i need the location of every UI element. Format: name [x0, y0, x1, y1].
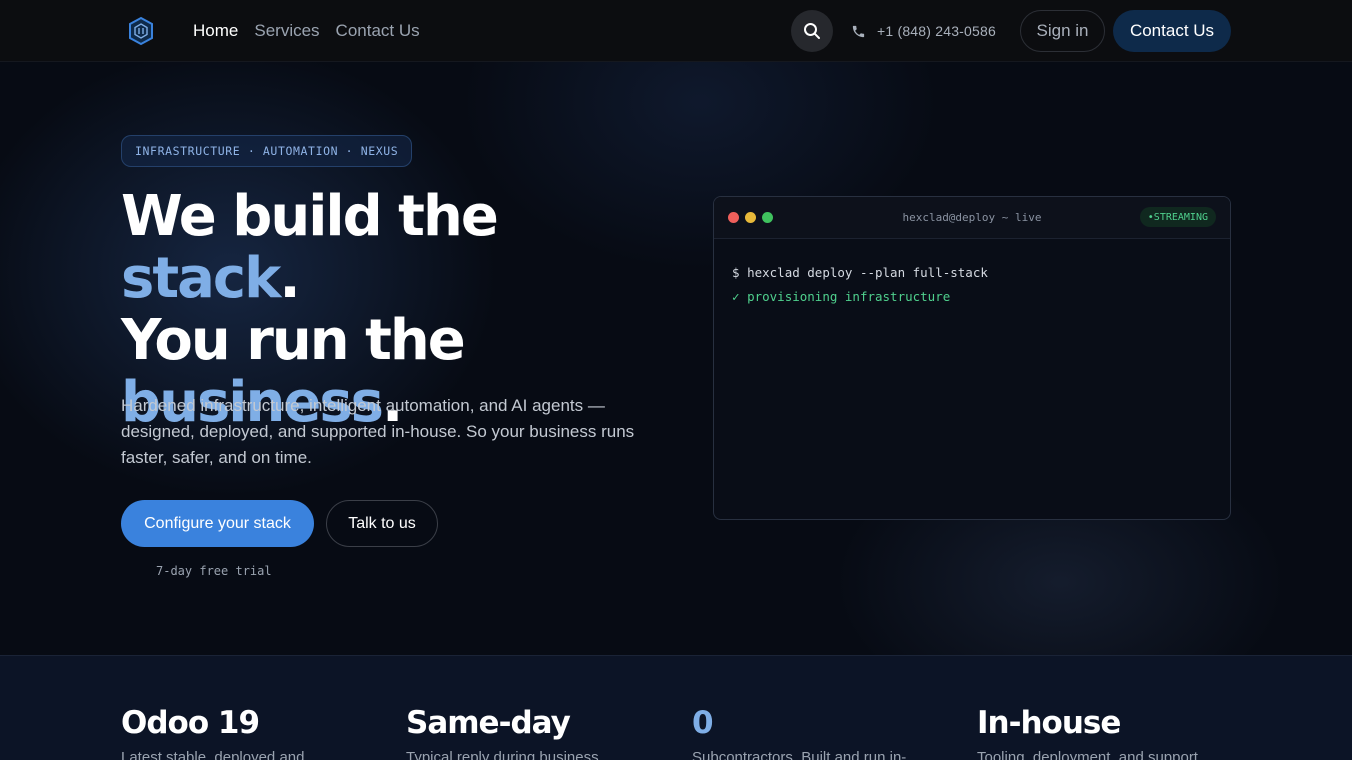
headline-period-1: .	[279, 246, 300, 311]
hero-badge: INFRASTRUCTURE · AUTOMATION · NEXUS	[121, 135, 413, 167]
terminal-command: hexclad deploy --plan full-stack	[747, 265, 988, 280]
sign-in-button[interactable]: Sign in	[1020, 10, 1105, 52]
nav-link-services[interactable]: Services	[254, 21, 319, 41]
terminal-titlebar: hexclad@deploy ~ live •STREAMING	[714, 197, 1230, 239]
headline-part1: We build the	[121, 184, 499, 249]
hexagon-logo-icon[interactable]	[128, 16, 154, 46]
check-icon: ✓	[732, 289, 740, 304]
stat-value: 0	[692, 705, 714, 741]
terminal-line: $ hexclad deploy --plan full-stack	[732, 261, 1212, 285]
nav-link-home[interactable]: Home	[193, 21, 238, 41]
terminal-body: $ hexclad deploy --plan full-stack ✓ pro…	[714, 239, 1230, 331]
phone-link[interactable]: +1 (848) 243-0586	[851, 0, 996, 62]
stat-description: Latest stable, deployed and	[121, 749, 305, 760]
configure-stack-button[interactable]: Configure your stack	[121, 500, 314, 547]
stats-section: Odoo 19 Latest stable, deployed and Same…	[0, 655, 1352, 760]
terminal-line: ✓ provisioning infrastructure	[732, 285, 1212, 309]
top-nav: Home Services Contact Us +1 (848) 243-05…	[0, 0, 1352, 62]
terminal-window: hexclad@deploy ~ live •STREAMING $ hexcl…	[713, 196, 1231, 520]
stat-description: Tooling, deployment, and support	[977, 749, 1198, 760]
contact-us-button[interactable]: Contact Us	[1113, 10, 1231, 52]
stat-item: In-house Tooling, deployment, and suppor…	[977, 704, 1217, 760]
phone-icon	[852, 25, 865, 37]
hero-description: Hardened infrastructure, intelligent aut…	[121, 396, 635, 467]
stat-description: Typical reply during business	[406, 749, 599, 760]
hero-section: INFRASTRUCTURE · AUTOMATION · NEXUS We b…	[0, 62, 1352, 655]
stat-value: Odoo 19	[121, 705, 260, 741]
trial-note: 7-day free trial	[156, 564, 272, 578]
stat-item: Odoo 19 Latest stable, deployed and	[121, 704, 361, 760]
streaming-badge: •STREAMING	[1139, 207, 1216, 227]
stat-description: Subcontractors. Built and run in-	[692, 749, 907, 760]
terminal-output: provisioning infrastructure	[747, 289, 951, 304]
search-button[interactable]	[791, 10, 833, 52]
talk-to-us-button[interactable]: Talk to us	[326, 500, 438, 547]
headline-accent-stack: stack	[121, 246, 281, 311]
nav-links: Home Services Contact Us	[193, 0, 420, 62]
prompt-symbol: $	[732, 265, 740, 280]
stat-value: Same-day	[406, 705, 571, 741]
stat-item: 0 Subcontractors. Built and run in-	[692, 704, 932, 760]
headline-line2: You run the	[121, 308, 466, 373]
stat-item: Same-day Typical reply during business	[406, 704, 646, 760]
nav-link-contact[interactable]: Contact Us	[336, 21, 420, 41]
search-icon	[804, 23, 820, 39]
stat-value: In-house	[977, 705, 1121, 741]
phone-number: +1 (848) 243-0586	[877, 23, 996, 39]
